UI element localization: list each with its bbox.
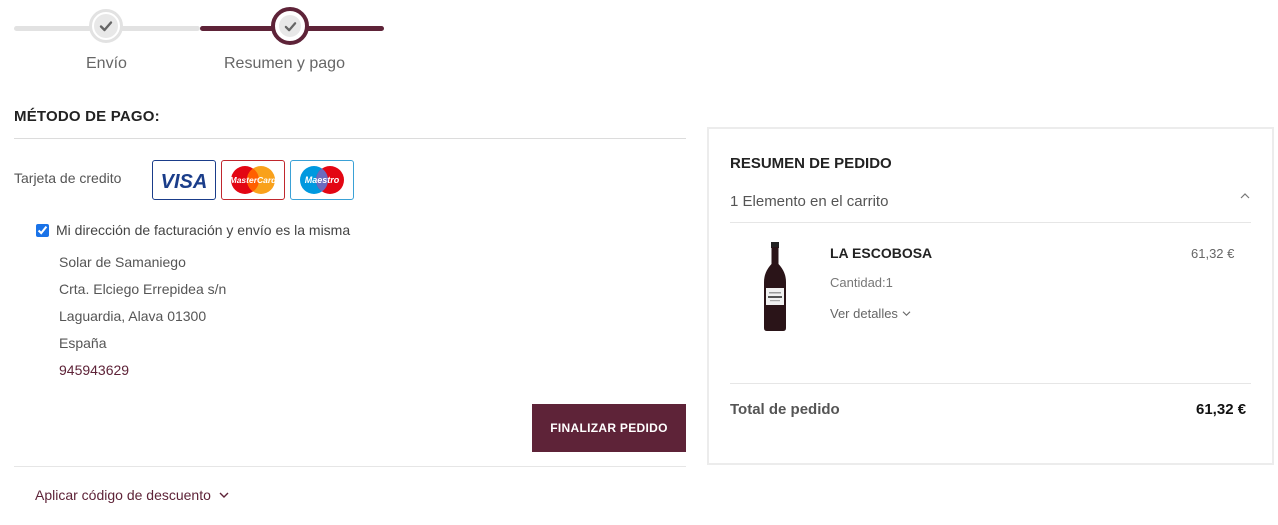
view-details-toggle[interactable]: Ver detalles: [830, 306, 911, 321]
svg-text:VISA: VISA: [161, 171, 208, 193]
credit-card-label: Tarjeta de credito: [14, 170, 122, 186]
payment-method-title: MÉTODO DE PAGO:: [14, 108, 160, 125]
step-resumen-indicator: [271, 7, 309, 45]
maestro-logo: Maestro: [290, 160, 354, 200]
svg-text:MasterCard: MasterCard: [230, 175, 278, 185]
divider: [730, 222, 1251, 223]
svg-text:Maestro: Maestro: [305, 175, 340, 185]
address-phone[interactable]: 945943629: [59, 362, 129, 378]
step-envio-label[interactable]: Envío: [86, 55, 127, 73]
same-address-label[interactable]: Mi dirección de facturación y envío es l…: [56, 222, 350, 238]
view-details-label[interactable]: Ver detalles: [830, 306, 898, 321]
cart-items-count[interactable]: 1 Elemento en el carrito: [730, 193, 888, 210]
product-name: LA ESCOBOSA: [830, 245, 933, 261]
address-city: Laguardia, Alava 01300: [59, 308, 207, 324]
address-name: Solar de Samaniego: [59, 254, 186, 270]
visa-logo: VISA: [152, 160, 216, 200]
wine-bottle-image: [764, 242, 786, 331]
address-street: Crta. Elciego Errepidea s/n: [59, 281, 227, 297]
order-total-label: Total de pedido: [730, 401, 840, 418]
same-address-checkbox[interactable]: [36, 224, 49, 237]
check-icon: [284, 21, 296, 31]
step-envio-indicator[interactable]: [89, 9, 123, 43]
divider: [730, 383, 1251, 384]
divider: [14, 138, 686, 139]
check-icon: [99, 21, 113, 32]
step-resumen-label: Resumen y pago: [224, 55, 345, 72]
divider: [14, 466, 686, 467]
chevron-down-icon: [219, 492, 229, 498]
address-country: España: [59, 335, 107, 351]
mastercard-logo: MasterCard: [221, 160, 285, 200]
chevron-up-icon[interactable]: [1240, 192, 1250, 200]
order-total-value: 61,32 €: [1196, 401, 1247, 418]
product-price: 61,32 €: [1191, 246, 1235, 261]
apply-discount-toggle[interactable]: Aplicar código de descuento: [35, 487, 229, 503]
product-quantity: Cantidad:1: [830, 275, 893, 290]
chevron-down-icon: [902, 311, 911, 317]
order-summary-title: RESUMEN DE PEDIDO: [730, 155, 892, 172]
apply-discount-label[interactable]: Aplicar código de descuento: [35, 487, 211, 503]
finalize-order-button[interactable]: FINALIZAR PEDIDO: [532, 404, 686, 452]
